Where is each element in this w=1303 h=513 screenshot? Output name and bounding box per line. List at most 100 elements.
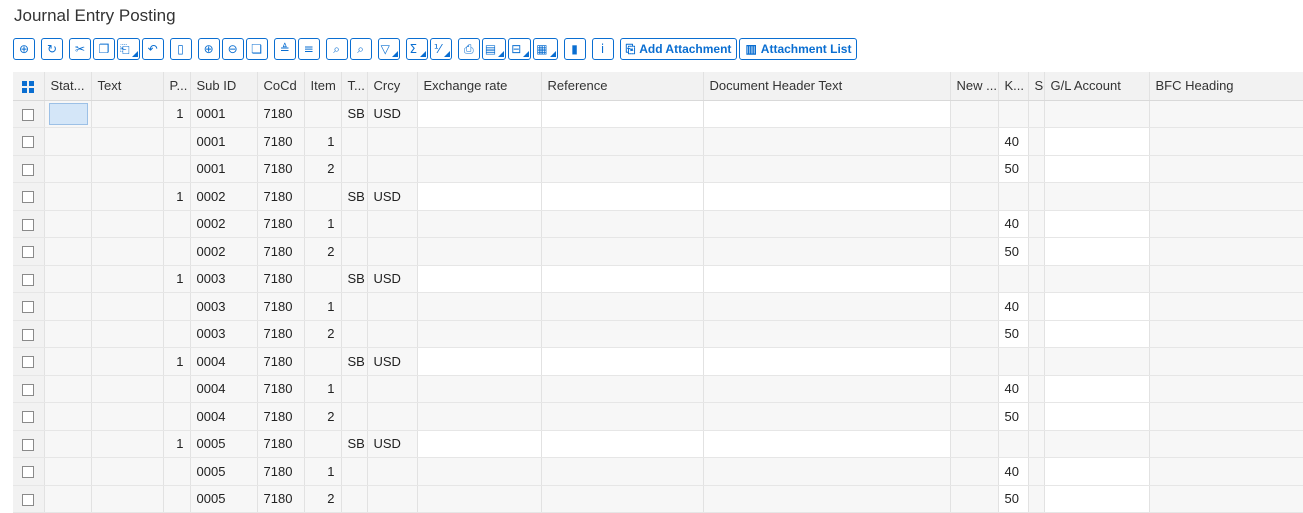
sort-ascending-button[interactable]: ≜	[273, 38, 296, 60]
column-header-k[interactable]: K...	[998, 72, 1029, 101]
cell-k[interactable]: 40	[998, 127, 1029, 156]
cell-gl-account[interactable]	[1044, 292, 1150, 321]
cell-exchange-rate[interactable]	[417, 182, 542, 211]
cell-k[interactable]: 40	[998, 210, 1029, 238]
chart-button[interactable]: ▮	[563, 38, 586, 60]
table-row[interactable]: 0002 7180 2 50	[13, 237, 1303, 266]
row-select-cell[interactable]	[13, 182, 45, 211]
cell-gl-account[interactable]	[1044, 485, 1150, 513]
info-button[interactable]: i	[591, 38, 614, 60]
row-select-cell[interactable]	[13, 320, 45, 348]
row-select-cell[interactable]	[13, 430, 45, 458]
column-header-bfc-heading[interactable]: BFC Heading	[1149, 72, 1303, 101]
row-select-cell[interactable]	[13, 292, 45, 321]
print-button[interactable]: ⎙	[457, 38, 480, 60]
cell-k[interactable]: 40	[998, 375, 1029, 403]
table-row[interactable]: 0002 7180 1 40	[13, 210, 1303, 238]
column-header-reference[interactable]: Reference	[541, 72, 704, 101]
add-attachment-button[interactable]: ⎘ Add Attachment	[619, 38, 738, 60]
sort-descending-button[interactable]: ≡	[297, 38, 320, 60]
cell-k[interactable]: 40	[998, 457, 1029, 486]
cell-document-header-text[interactable]	[703, 347, 951, 376]
column-header-exchange-rate[interactable]: Exchange rate	[417, 72, 542, 101]
column-header-sub-id[interactable]: Sub ID	[190, 72, 258, 101]
table-row[interactable]: 1 0004 7180 SB USD	[13, 347, 1303, 376]
row-select-cell[interactable]	[13, 402, 45, 431]
row-checkbox[interactable]	[22, 301, 35, 314]
cell-gl-account[interactable]	[1044, 237, 1150, 266]
row-checkbox[interactable]	[22, 493, 35, 506]
new-button[interactable]: ▯	[169, 38, 192, 60]
table-row[interactable]: 0003 7180 1 40	[13, 292, 1303, 321]
column-header-status[interactable]: Stat...	[44, 72, 92, 101]
row-checkbox[interactable]	[22, 136, 35, 149]
row-select-cell[interactable]	[13, 210, 45, 238]
export-button[interactable]: ▤	[481, 38, 507, 60]
column-header-text[interactable]: Text	[91, 72, 164, 101]
cell-k[interactable]: 50	[998, 320, 1029, 348]
find-next-button[interactable]: ⌕	[349, 38, 372, 60]
table-row[interactable]: 1 0002 7180 SB USD	[13, 182, 1303, 211]
table-row[interactable]: 0003 7180 2 50	[13, 320, 1303, 348]
table-row[interactable]: 1 0001 7180 SB USD	[13, 100, 1303, 128]
cell-gl-account[interactable]	[1044, 210, 1150, 238]
find-button[interactable]: ⌕	[325, 38, 348, 60]
cell-gl-account[interactable]	[1044, 375, 1150, 403]
refresh-button[interactable]: ↻	[41, 38, 63, 60]
cell-k[interactable]: 50	[998, 402, 1029, 431]
cell-gl-account[interactable]	[1044, 155, 1150, 183]
insert-row-button[interactable]: ⊕	[197, 38, 220, 60]
subtotal-button[interactable]: ⅟	[429, 38, 452, 60]
cell-gl-account[interactable]	[1044, 320, 1150, 348]
row-select-cell[interactable]	[13, 457, 45, 486]
delete-row-button[interactable]: ⊖	[221, 38, 244, 60]
row-checkbox[interactable]	[22, 273, 35, 286]
row-checkbox[interactable]	[22, 466, 35, 479]
cell-k[interactable]: 50	[998, 155, 1029, 183]
table-row[interactable]: 0001 7180 1 40	[13, 127, 1303, 156]
row-select-cell[interactable]	[13, 485, 45, 513]
copy-button[interactable]: ❐	[93, 38, 115, 60]
sum-button[interactable]: Σ	[405, 38, 428, 60]
cell-status[interactable]	[44, 100, 92, 128]
cell-document-header-text[interactable]	[703, 265, 951, 293]
column-header-crcy[interactable]: Crcy	[367, 72, 418, 101]
column-header-item[interactable]: Item	[304, 72, 342, 101]
row-checkbox[interactable]	[22, 411, 35, 424]
row-select-cell[interactable]	[13, 265, 45, 293]
copy-row-button[interactable]: ❏	[245, 38, 268, 60]
cell-document-header-text[interactable]	[703, 100, 951, 128]
cell-document-header-text[interactable]	[703, 182, 951, 211]
row-select-cell[interactable]	[13, 347, 45, 376]
cell-k[interactable]: 50	[998, 485, 1029, 513]
row-checkbox[interactable]	[22, 191, 35, 204]
column-header-document-header-text[interactable]: Document Header Text	[703, 72, 951, 101]
cell-reference[interactable]	[541, 100, 704, 128]
row-select-cell[interactable]	[13, 155, 45, 183]
magnify-button[interactable]: ⊕	[13, 38, 35, 60]
cell-exchange-rate[interactable]	[417, 430, 542, 458]
cell-k[interactable]: 50	[998, 237, 1029, 266]
undo-button[interactable]: ↶	[141, 38, 164, 60]
table-row[interactable]: 0004 7180 1 40	[13, 375, 1303, 403]
cell-reference[interactable]	[541, 265, 704, 293]
table-row[interactable]: 1 0005 7180 SB USD	[13, 430, 1303, 458]
table-row[interactable]: 0005 7180 1 40	[13, 457, 1303, 486]
row-checkbox[interactable]	[22, 163, 35, 176]
column-header-s[interactable]: S(	[1028, 72, 1045, 101]
column-header-t[interactable]: T...	[341, 72, 368, 101]
row-checkbox[interactable]	[22, 356, 35, 369]
table-row[interactable]: 0001 7180 2 50	[13, 155, 1303, 183]
row-select-cell[interactable]	[13, 375, 45, 403]
table-row[interactable]: 1 0003 7180 SB USD	[13, 265, 1303, 293]
cell-reference[interactable]	[541, 182, 704, 211]
cell-document-header-text[interactable]	[703, 430, 951, 458]
cell-k[interactable]: 40	[998, 292, 1029, 321]
layout-button[interactable]: ▦	[533, 38, 558, 60]
table-row[interactable]: 0005 7180 2 50	[13, 485, 1303, 513]
row-checkbox[interactable]	[22, 246, 35, 259]
select-all-column[interactable]	[13, 72, 45, 101]
cut-button[interactable]: ✂	[69, 38, 91, 60]
row-select-cell[interactable]	[13, 237, 45, 266]
row-select-cell[interactable]	[13, 100, 45, 128]
